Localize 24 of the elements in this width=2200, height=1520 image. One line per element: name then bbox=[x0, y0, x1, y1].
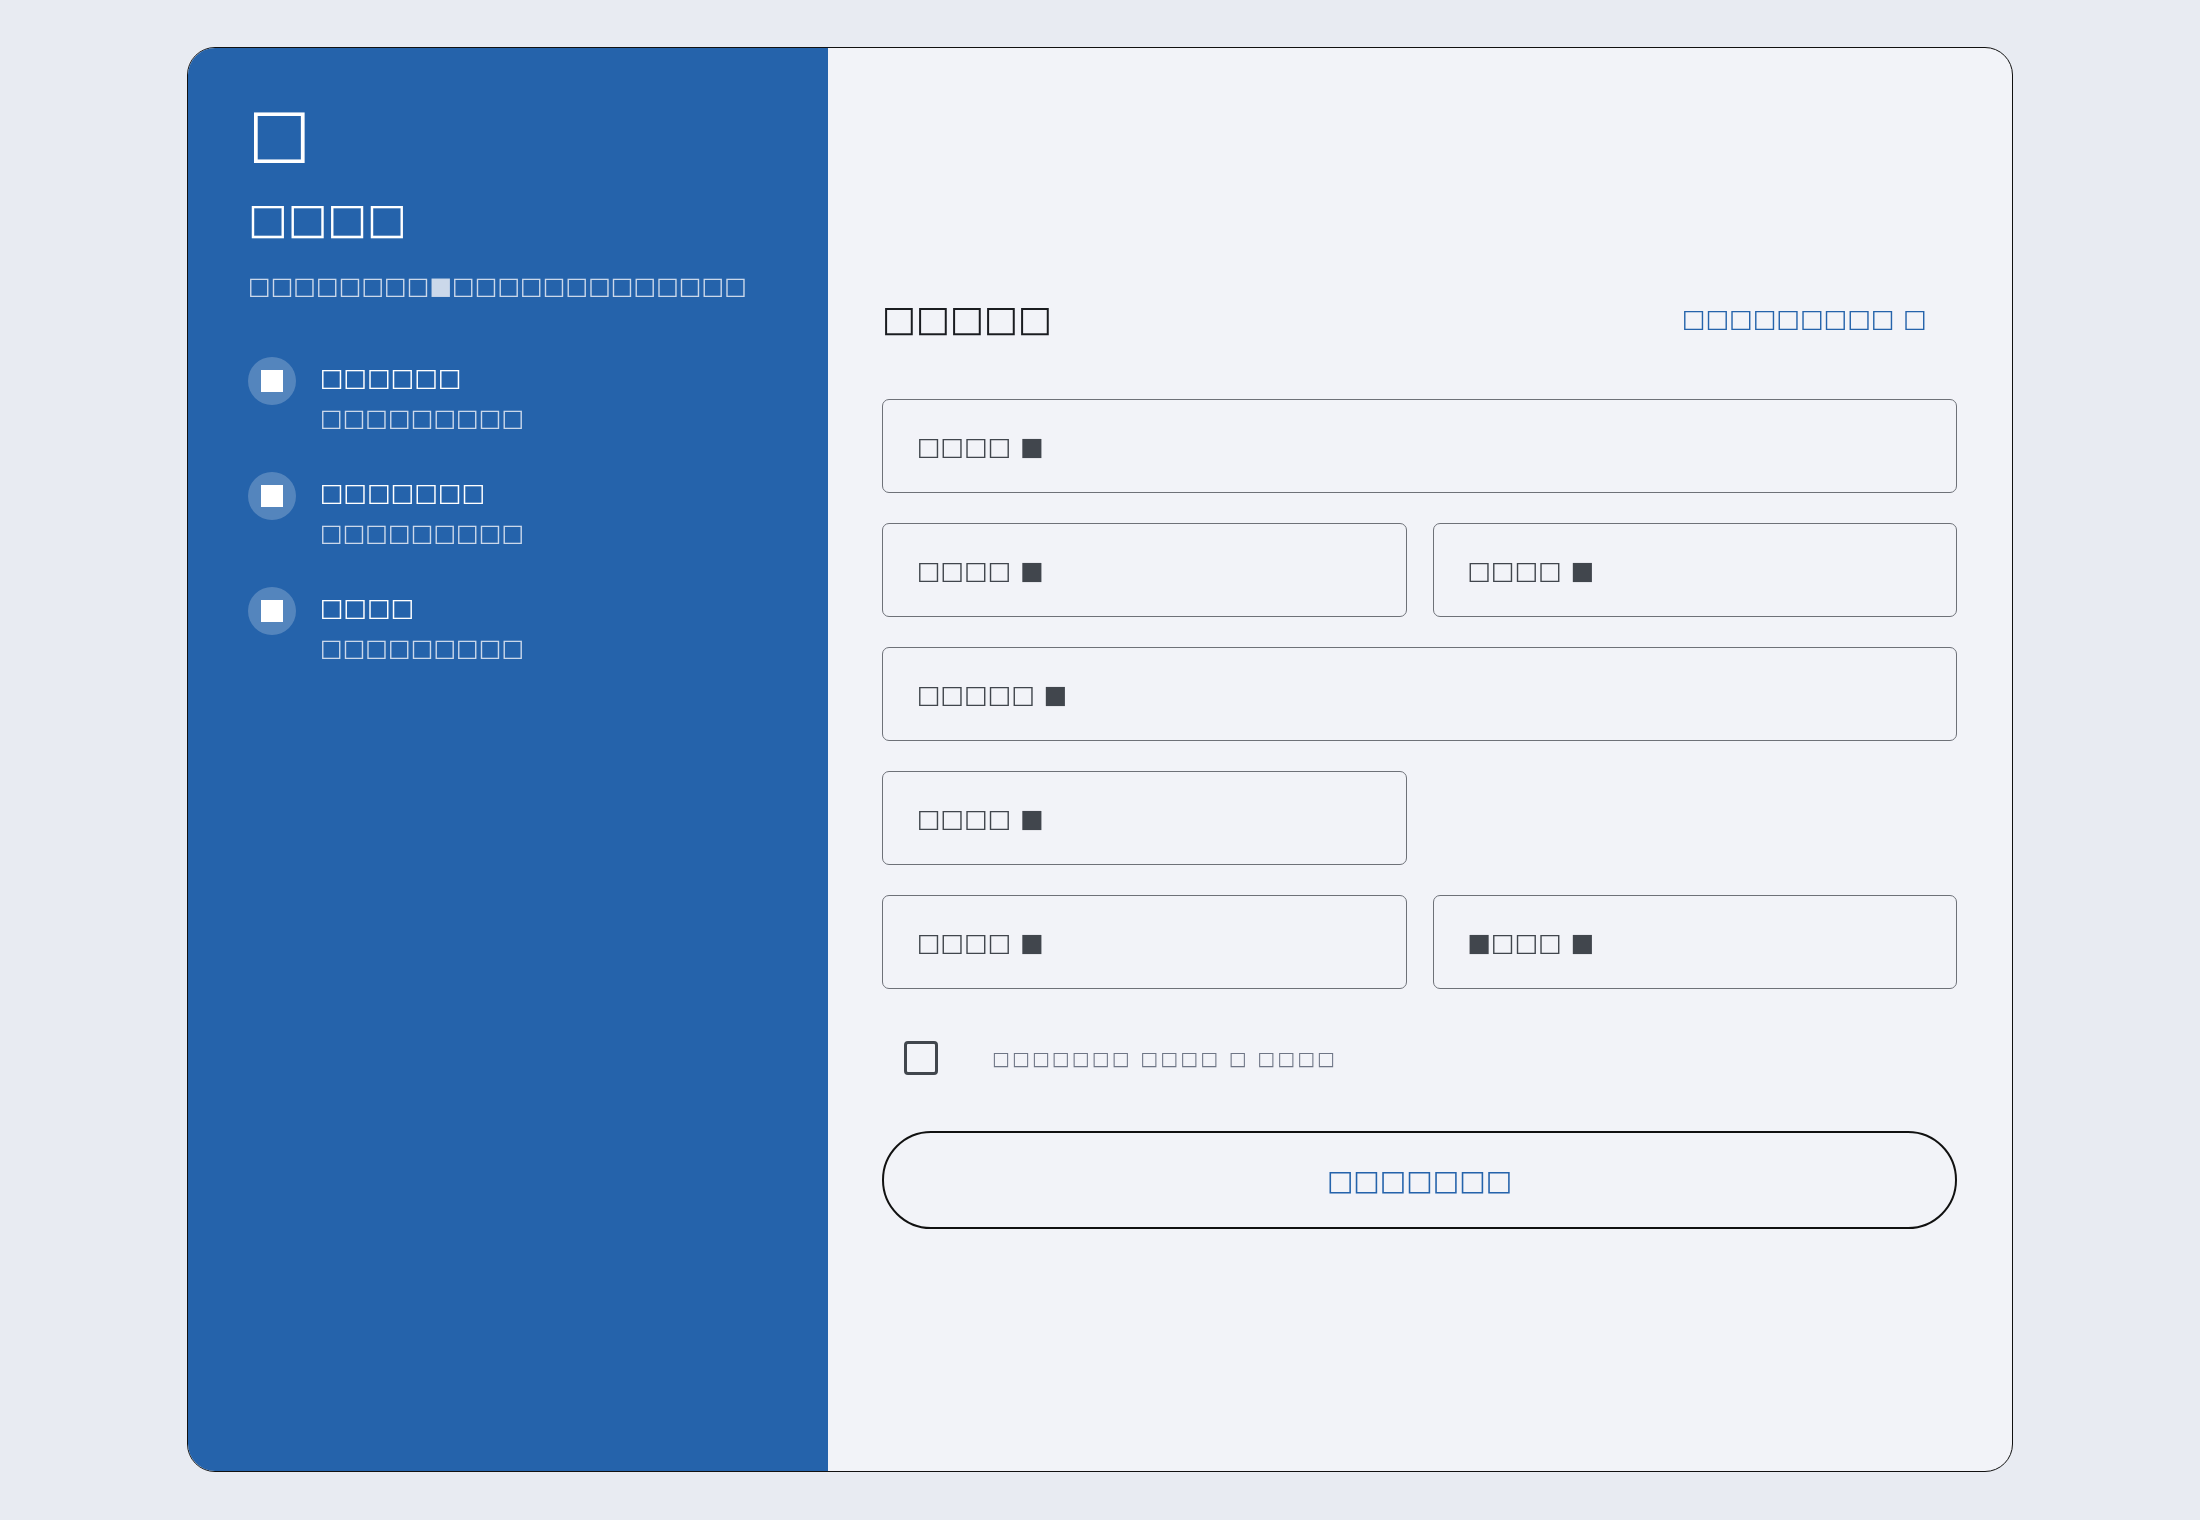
input-field[interactable]: □□□□ ■ bbox=[882, 771, 1407, 865]
feature-subtitle: □□□□□□□□□ bbox=[320, 404, 525, 432]
logo: □ bbox=[248, 100, 311, 166]
brand-title: □□□□ bbox=[248, 194, 407, 243]
feature-subtitle: □□□□□□□□□ bbox=[320, 634, 525, 662]
feature-subtitle: □□□□□□□□□ bbox=[320, 519, 525, 547]
form-heading: □□□□□ bbox=[882, 298, 1053, 339]
description: □□□□□□□□■□□□□□□□□□□□□□ bbox=[248, 271, 748, 302]
submit-button[interactable]: □□□□□□□ bbox=[882, 1131, 1957, 1229]
checkbox-label: □□□□□□□ □□□□ □ □□□□ bbox=[992, 1047, 1338, 1069]
input-field[interactable]: □□□□ ■ bbox=[1432, 523, 1957, 617]
feature-icon bbox=[248, 357, 296, 405]
input-field[interactable]: ■□□□ ■ bbox=[1432, 895, 1957, 989]
input-field[interactable]: □□□□ ■ bbox=[882, 523, 1407, 617]
feature-icon bbox=[248, 472, 296, 520]
input-field[interactable]: □□□□ ■ bbox=[882, 399, 1957, 493]
login-link[interactable]: □□□□□□□□□ □ bbox=[1682, 304, 1927, 333]
feature-icon bbox=[248, 587, 296, 635]
checkbox[interactable] bbox=[904, 1041, 938, 1075]
input-field[interactable]: □□□□□ ■ bbox=[882, 647, 1957, 741]
feature-title: □□□□□□□ bbox=[320, 478, 487, 507]
feature-title: □□□□ bbox=[320, 593, 416, 622]
feature-title: □□□□□□ bbox=[320, 363, 463, 392]
input-field[interactable]: □□□□ ■ bbox=[882, 895, 1407, 989]
